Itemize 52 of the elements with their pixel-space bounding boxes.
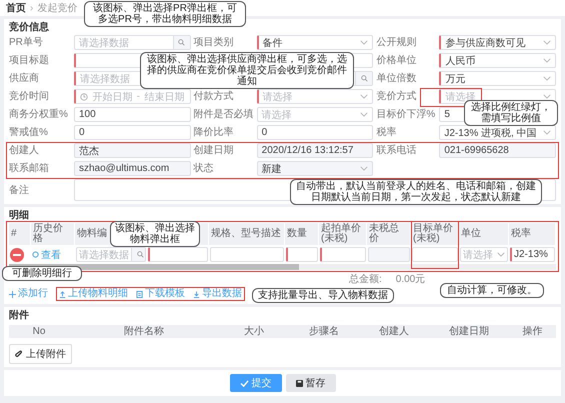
field-label: 创建日期: [194, 145, 235, 156]
field-label: PR单号: [9, 37, 44, 48]
annotation-tooltip: 该图标、弹出选择物料弹出框: [110, 221, 200, 247]
column-header: 单位: [459, 223, 509, 245]
field-label: 价格单位: [376, 55, 418, 66]
field-label: 项目类别: [194, 37, 235, 48]
column-header: 大小: [243, 325, 265, 338]
annotation-tooltip: 选择比例红绿灯，需填写比例值: [464, 100, 558, 126]
section-title: 附件: [9, 309, 29, 323]
annotation-tooltip: 支持批量导出、导入物料数据: [252, 288, 394, 303]
field-label: 降价比率: [194, 127, 235, 138]
section-title: 明细: [9, 209, 29, 223]
field-label: 项目标题: [9, 55, 50, 66]
column-header: 历史价格: [31, 223, 75, 245]
field-label: 商务分权重%: [9, 109, 69, 120]
annotation-tooltip: 自动带出，默认当前登录人的姓名、电话和邮箱，创建日期默认当前日期，第一次发起，状态默认新建: [290, 179, 542, 205]
column-header: 创建人: [378, 325, 410, 338]
annotation-tooltip: 可删除明细行: [2, 266, 82, 281]
annotation-tooltip: 该图标、弹出选择PR弹出框，可多选PR号，带出物料明细数据: [84, 1, 246, 27]
column-header: 附件名称: [123, 325, 165, 338]
field-label: 竞价方式: [376, 91, 418, 102]
field-label: 创建人: [9, 145, 40, 156]
field-label: 联系电话: [376, 145, 418, 156]
column-header: No: [32, 325, 46, 338]
total-value: 0.00元: [396, 274, 426, 285]
field-label: 竞价时间: [9, 91, 50, 102]
column-header: 目标单价(未税): [411, 223, 459, 245]
annotation-tooltip: 该图标、弹出选择供应商弹出框，可多选，选择的供应商在竞价保单提交后会收到竞价邮件通知: [140, 52, 354, 89]
column-header: 操作: [522, 325, 544, 338]
column-header: 起拍单价(未税): [319, 223, 367, 245]
field-label: 联系邮箱: [9, 163, 50, 174]
column-header: #: [9, 223, 31, 245]
column-header: 数量: [285, 223, 319, 245]
column-header: 步骤名: [308, 325, 340, 338]
annotation-tooltip: 自动计算，可修改。: [440, 283, 544, 298]
column-header: 创建日期: [448, 325, 490, 338]
field-label: 税率: [376, 127, 398, 138]
column-header: 税率: [509, 223, 556, 245]
field-label: 公开规则: [376, 37, 418, 48]
field-label: 供应商: [9, 73, 40, 84]
column-header: 规格、型号描述: [209, 223, 285, 245]
field-label: 备注: [9, 184, 30, 196]
total-label: 总金额:: [349, 274, 382, 285]
field-label: 付款方式: [194, 91, 235, 102]
column-header: 未税总价: [367, 223, 411, 245]
field-label: 状态: [194, 163, 215, 174]
field-label: 单位倍数: [376, 73, 418, 84]
field-label: 警戒值%: [9, 127, 49, 138]
field-label: 目标价下浮%: [376, 109, 436, 120]
breadcrumb-separator: ›: [30, 2, 34, 14]
section-title: 竞价信息: [9, 21, 49, 35]
field-label: 附件是否必填: [194, 109, 254, 120]
